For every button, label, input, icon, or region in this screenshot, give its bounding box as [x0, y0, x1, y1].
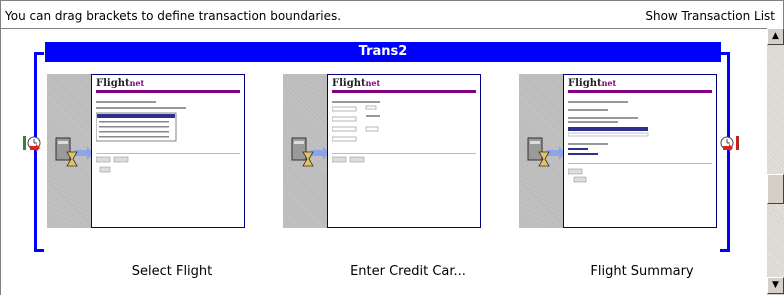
step-card-flight-summary[interactable]: Flightnet	[519, 74, 717, 228]
page-thumbnail: Flightnet	[327, 74, 481, 228]
show-transaction-list-link[interactable]: Show Transaction List	[645, 9, 775, 23]
step-label[interactable]: Flight Summary	[542, 264, 742, 279]
vertical-scrollbar[interactable]: ▲ ▼	[767, 28, 784, 294]
scroll-thumb[interactable]	[767, 174, 784, 204]
info-bar: You can drag brackets to define transact…	[0, 0, 784, 29]
server-icon	[527, 137, 565, 167]
step-card-select-flight[interactable]: Flightnet	[47, 74, 245, 228]
site-logo: Flightnet	[96, 78, 145, 89]
transaction-end-icon[interactable]	[718, 132, 740, 154]
step-label[interactable]: Select Flight	[72, 264, 272, 279]
site-logo: Flightnet	[568, 78, 617, 89]
page-thumbnail: Flightnet	[91, 74, 245, 228]
server-icon	[55, 137, 93, 167]
transaction-name-bar[interactable]: Trans2	[45, 42, 721, 62]
server-icon	[291, 137, 329, 167]
scroll-up-button[interactable]: ▲	[767, 28, 784, 45]
page-thumbnail: Flightnet	[563, 74, 717, 228]
step-card-enter-credit-card[interactable]: Flightnet	[283, 74, 481, 228]
scroll-down-button[interactable]: ▼	[767, 277, 784, 294]
instruction-text: You can drag brackets to define transact…	[5, 9, 342, 23]
transaction-start-icon[interactable]	[22, 132, 44, 154]
site-logo: Flightnet	[332, 78, 381, 89]
step-label[interactable]: Enter Credit Car...	[308, 264, 508, 279]
